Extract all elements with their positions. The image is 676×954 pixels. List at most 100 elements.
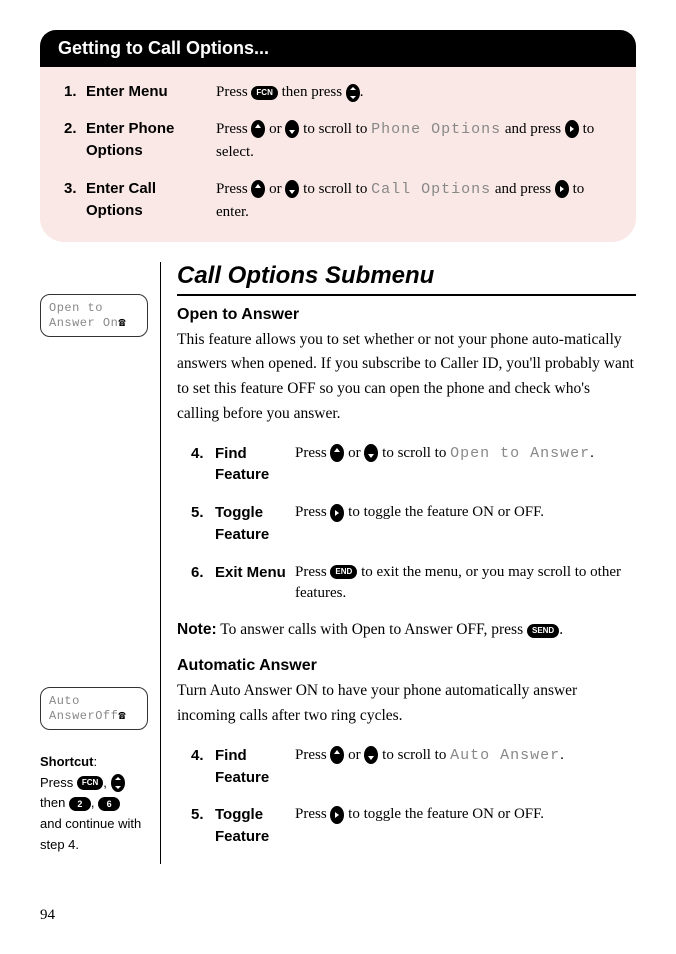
text: to scroll to	[299, 121, 371, 137]
text: Press	[216, 121, 251, 137]
send-key-icon: SEND	[527, 624, 559, 638]
text: Press	[295, 564, 330, 580]
text: then	[40, 795, 69, 810]
content-column: Call Options Submenu Open to Answer This…	[160, 262, 636, 864]
note: Note: To answer calls with Open to Answe…	[177, 621, 636, 639]
text: to toggle the feature ON or OFF.	[344, 806, 544, 822]
margin-column: Open to Answer On☎ Auto AnswerOff☎ Short…	[40, 262, 160, 864]
step-desc: Press or to scroll to Call Options and p…	[216, 178, 612, 224]
step-number: 5.	[191, 804, 215, 848]
display-line: AnswerOff☎	[49, 709, 139, 725]
text: Press	[40, 775, 77, 790]
auto-answer-body: Turn Auto Answer ON to have your phone a…	[177, 679, 636, 729]
right-key-icon	[330, 806, 344, 824]
text: to toggle the feature ON or OFF.	[344, 504, 544, 520]
step-number: 4.	[191, 443, 215, 487]
step-label: Exit Menu	[215, 562, 295, 606]
updown-key-icon	[111, 774, 125, 792]
phone-display-open-answer: Open to Answer On☎	[40, 294, 148, 337]
updown-key-icon	[346, 84, 360, 102]
step-desc: Press or to scroll to Phone Options and …	[216, 118, 612, 164]
right-key-icon	[330, 504, 344, 522]
note-label: Note:	[177, 621, 217, 638]
step-2: 2. Enter Phone Options Press or to scrol…	[64, 118, 612, 164]
step-desc: Press or to scroll to Auto Answer.	[295, 745, 636, 789]
step-label: Enter Phone Options	[86, 118, 216, 164]
step-number: 1.	[64, 81, 86, 104]
text: Press	[295, 445, 330, 461]
open-to-answer-heading: Open to Answer	[177, 306, 636, 324]
main-content: Open to Answer On☎ Auto AnswerOff☎ Short…	[40, 262, 636, 864]
step-desc: Press FCN then press .	[216, 81, 612, 104]
text: Press	[295, 806, 330, 822]
text: .	[559, 621, 563, 638]
text: and press	[501, 121, 565, 137]
step-number: 2.	[64, 118, 86, 164]
key-2-icon: 2	[69, 797, 91, 811]
text: and continue with step 4.	[40, 816, 141, 852]
menu-name: Phone Options	[371, 121, 501, 138]
auto-answer-steps: 4. Find Feature Press or to scroll to Au…	[177, 745, 636, 848]
step-number: 4.	[191, 745, 215, 789]
phone-icon: ☎	[118, 316, 126, 330]
step-1: 1. Enter Menu Press FCN then press .	[64, 81, 612, 104]
text: and press	[491, 181, 555, 197]
end-key-icon: END	[330, 565, 357, 579]
text: or	[265, 121, 285, 137]
display-line: Answer On☎	[49, 316, 139, 332]
step-4: 4. Find Feature Press or to scroll to Op…	[191, 443, 636, 487]
up-key-icon	[330, 444, 344, 462]
down-key-icon	[364, 746, 378, 764]
section-title: Call Options Submenu	[177, 262, 636, 296]
text: to scroll to	[378, 747, 450, 763]
text: to scroll to	[299, 181, 371, 197]
text: ,	[91, 795, 98, 810]
step-label: Toggle Feature	[215, 804, 295, 848]
step-desc: Press to toggle the feature ON or OFF.	[295, 502, 636, 546]
step-number: 5.	[191, 502, 215, 546]
right-key-icon	[565, 120, 579, 138]
down-key-icon	[285, 120, 299, 138]
step-label: Find Feature	[215, 443, 295, 487]
step-4b: 4. Find Feature Press or to scroll to Au…	[191, 745, 636, 789]
menu-name: Open to Answer	[450, 445, 590, 462]
text: to scroll to	[378, 445, 450, 461]
up-key-icon	[251, 120, 265, 138]
step-label: Find Feature	[215, 745, 295, 789]
step-label: Enter Call Options	[86, 178, 216, 224]
up-key-icon	[330, 746, 344, 764]
menu-name: Call Options	[371, 181, 491, 198]
text: or	[344, 445, 364, 461]
step-desc: Press to toggle the feature ON or OFF.	[295, 804, 636, 848]
getting-to-steps: 1. Enter Menu Press FCN then press . 2. …	[40, 67, 636, 242]
shortcut-note: Shortcut: Press FCN, then 2, 6 and conti…	[40, 752, 148, 856]
text: .	[560, 747, 564, 763]
step-number: 6.	[191, 562, 215, 606]
page-number: 94	[40, 907, 55, 924]
text: or	[344, 747, 364, 763]
step-3: 3. Enter Call Options Press or to scroll…	[64, 178, 612, 224]
open-answer-steps: 4. Find Feature Press or to scroll to Op…	[177, 443, 636, 606]
text: Press	[216, 181, 251, 197]
step-label: Toggle Feature	[215, 502, 295, 546]
right-key-icon	[555, 180, 569, 198]
step-5b: 5. Toggle Feature Press to toggle the fe…	[191, 804, 636, 848]
display-line: Auto	[49, 694, 139, 710]
down-key-icon	[364, 444, 378, 462]
key-6-icon: 6	[98, 797, 120, 811]
fcn-key-icon: FCN	[77, 776, 103, 790]
step-desc: Press or to scroll to Open to Answer.	[295, 443, 636, 487]
phone-display-auto-answer: Auto AnswerOff☎	[40, 687, 148, 730]
step-label: Enter Menu	[86, 81, 216, 104]
text: .	[360, 84, 364, 100]
text: Press	[216, 84, 251, 100]
step-5: 5. Toggle Feature Press to toggle the fe…	[191, 502, 636, 546]
phone-icon: ☎	[118, 709, 126, 723]
open-to-answer-body: This feature allows you to set whether o…	[177, 328, 636, 427]
menu-name: Auto Answer	[450, 747, 560, 764]
display-line: Open to	[49, 301, 139, 317]
shortcut-label: Shortcut	[40, 754, 93, 769]
text: or	[265, 181, 285, 197]
text: then press	[278, 84, 346, 100]
text: Press	[295, 504, 330, 520]
